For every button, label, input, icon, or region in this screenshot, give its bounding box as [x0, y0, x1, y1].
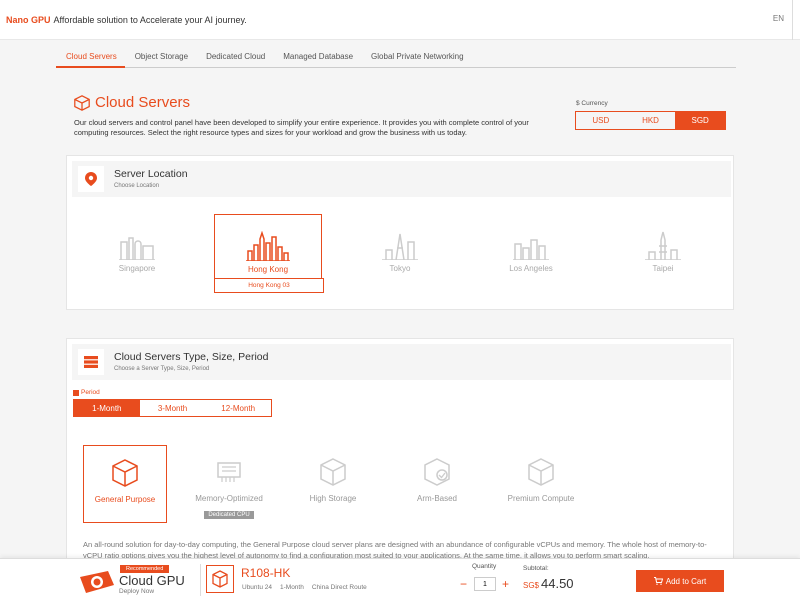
type-arm-based[interactable]: Arm-Based	[395, 445, 479, 523]
plan-route: China Direct Route	[311, 584, 367, 591]
cube-icon	[74, 95, 90, 111]
los-angeles-skyline-icon	[513, 239, 549, 260]
cube-icon	[112, 459, 138, 487]
period-1-month-button[interactable]: 1-Month	[74, 400, 140, 416]
add-to-cart-button[interactable]: Add to Cart	[636, 570, 724, 592]
server-location-card: Server Location Choose Location Singapor…	[66, 155, 734, 310]
type-premium-compute[interactable]: Premium Compute	[499, 445, 583, 523]
tab-managed-database[interactable]: Managed Database	[273, 44, 361, 68]
location-name: Hong Kong	[247, 265, 289, 274]
premium-cube-icon	[528, 458, 554, 486]
page-title: Cloud Servers	[95, 94, 191, 111]
tab-dedicated-cloud[interactable]: Dedicated Cloud	[196, 44, 273, 68]
location-singapore[interactable]: Singapore	[83, 214, 191, 290]
period-3-month-button[interactable]: 3-Month	[140, 400, 206, 416]
plan-name: R108-HK	[241, 566, 291, 580]
taipei-skyline-icon	[645, 231, 681, 260]
currency-hkd-button[interactable]: HKD	[626, 112, 676, 129]
currency-label: $ Currency	[576, 100, 608, 107]
currency-usd-button[interactable]: USD	[576, 112, 626, 129]
type-name: Arm-Based	[416, 494, 457, 503]
plan-os: Ubuntu 24	[242, 584, 272, 591]
location-name: Taipei	[652, 264, 674, 273]
type-name: Premium Compute	[507, 494, 575, 503]
period-selector: 1-Month 3-Month 12-Month	[73, 399, 272, 417]
top-bar: Nano GPU Affordable solution to Accelera…	[0, 0, 800, 40]
section-header: Cloud Servers Type, Size, Period Choose …	[72, 344, 731, 380]
brand-tagline: Affordable solution to Accelerate your A…	[53, 14, 247, 25]
gpu-card-icon	[80, 571, 114, 593]
server-stack-icon	[78, 349, 104, 375]
currency-sgd-button[interactable]: SGD	[675, 112, 726, 129]
tokyo-skyline-icon	[382, 233, 418, 260]
dedicated-cpu-badge: Dedicated CPU	[204, 511, 254, 519]
type-high-storage[interactable]: High Storage	[291, 445, 375, 523]
subtotal-label: Subtotal:	[523, 565, 549, 572]
location-taipei[interactable]: Taipei	[609, 214, 717, 290]
location-name: Singapore	[118, 264, 156, 273]
plan-period: 1-Month	[280, 584, 304, 591]
period-label-text: Period	[81, 389, 100, 396]
type-name: Memory-Optimized	[195, 494, 263, 503]
cart-icon	[653, 577, 663, 585]
add-to-cart-label: Add to Cart	[665, 576, 707, 586]
section-title: Server Location	[114, 168, 188, 180]
section-title: Cloud Servers Type, Size, Period	[114, 351, 269, 363]
subtotal-currency: SG$	[523, 581, 540, 590]
scroll-divider	[792, 0, 800, 40]
page-description: Our cloud servers and control panel have…	[74, 118, 529, 137]
section-header: Server Location Choose Location	[72, 161, 731, 197]
tab-cloud-servers[interactable]: Cloud Servers	[56, 44, 125, 68]
arm-chip-icon	[424, 458, 450, 486]
recommended-badge: Recommended	[120, 565, 170, 573]
location-name: Tokyo	[389, 264, 411, 273]
product-name[interactable]: Cloud GPU	[119, 573, 185, 588]
order-footer: Recommended Cloud GPU Deploy Now R108-HK…	[0, 558, 800, 600]
location-tokyo[interactable]: Tokyo	[346, 214, 454, 290]
storage-cube-icon	[320, 458, 346, 486]
hong-kong-skyline-icon	[246, 231, 290, 261]
quantity-decrease-button[interactable]: −	[460, 577, 467, 591]
calendar-icon	[73, 389, 79, 396]
tab-global-private-networking[interactable]: Global Private Networking	[361, 44, 471, 68]
plan-details: Ubuntu 24 1-Month China Direct Route	[242, 584, 367, 591]
type-name: General Purpose	[94, 495, 156, 504]
deploy-now-link[interactable]: Deploy Now	[119, 588, 154, 595]
server-type-card: Cloud Servers Type, Size, Period Choose …	[66, 338, 734, 560]
package-icon	[206, 565, 234, 593]
memory-chip-icon	[217, 462, 241, 482]
type-memory-optimized[interactable]: Memory-Optimized Dedicated CPU	[187, 445, 271, 523]
footer-divider	[200, 564, 201, 596]
period-label: Period	[73, 389, 100, 396]
subtotal-price: 44.50	[541, 576, 574, 591]
singapore-skyline-icon	[119, 237, 155, 260]
section-subtitle: Choose Location	[114, 183, 160, 189]
quantity-label: Quantity	[472, 563, 497, 570]
location-pin-icon	[78, 166, 104, 192]
language-switch[interactable]: EN	[773, 14, 784, 23]
period-12-month-button[interactable]: 12-Month	[205, 400, 271, 416]
product-tabs: Cloud Servers Object Storage Dedicated C…	[56, 44, 736, 68]
location-name: Los Angeles	[509, 264, 553, 273]
quantity-increase-button[interactable]: +	[502, 577, 509, 591]
type-general-purpose[interactable]: General Purpose	[83, 445, 167, 523]
tab-object-storage[interactable]: Object Storage	[125, 44, 196, 68]
zone-selector[interactable]: Hong Kong 03	[214, 278, 324, 293]
type-name: High Storage	[309, 494, 357, 503]
section-subtitle: Choose a Server Type, Size, Period	[114, 366, 210, 372]
currency-selector: USD HKD SGD	[575, 111, 726, 130]
brand-name[interactable]: Nano GPU	[6, 15, 51, 25]
quantity-input[interactable]	[474, 577, 496, 591]
location-los-angeles[interactable]: Los Angeles	[477, 214, 585, 290]
